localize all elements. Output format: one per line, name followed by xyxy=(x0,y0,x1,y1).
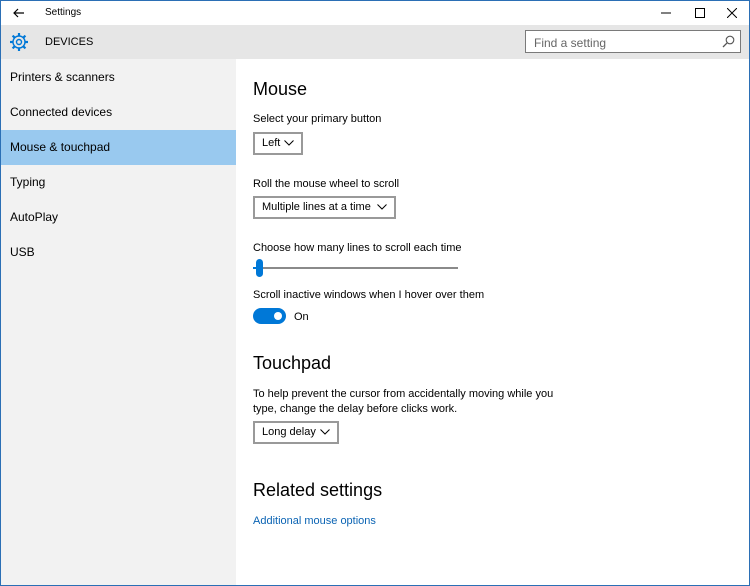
scroll-mode-label: Roll the mouse wheel to scroll xyxy=(253,178,400,190)
back-button[interactable] xyxy=(5,1,33,25)
sidebar-item-typing[interactable]: Typing xyxy=(1,165,236,200)
mouse-heading: Mouse xyxy=(253,79,308,99)
chevron-down-icon xyxy=(320,429,330,435)
scroll-mode-dropdown[interactable]: Multiple lines at a time xyxy=(253,196,396,219)
title-bar: Settings xyxy=(1,1,749,25)
scroll-mode-value: Multiple lines at a time xyxy=(262,201,371,213)
category-title: DEVICES xyxy=(45,36,94,48)
gear-icon xyxy=(10,33,28,51)
minimize-button[interactable] xyxy=(649,1,683,25)
main-content: Mouse Select your primary button Left Ro… xyxy=(236,59,749,585)
primary-button-value: Left xyxy=(262,137,281,149)
related-settings-heading: Related settings xyxy=(253,480,383,500)
close-button[interactable] xyxy=(715,1,749,25)
sidebar-item-printers-scanners[interactable]: Printers & scanners xyxy=(1,60,236,95)
search-icon[interactable] xyxy=(722,35,735,48)
sidebar-item-connected-devices[interactable]: Connected devices xyxy=(1,95,236,130)
minimize-icon xyxy=(661,12,671,14)
search-input[interactable]: Find a setting xyxy=(525,30,741,53)
close-icon xyxy=(727,8,737,18)
inactive-scroll-toggle[interactable] xyxy=(253,308,286,324)
maximize-icon xyxy=(695,8,705,18)
touchpad-delay-description-line1: To help prevent the cursor from accident… xyxy=(253,388,554,400)
back-arrow-icon xyxy=(13,8,24,18)
chevron-down-icon xyxy=(377,204,387,210)
touchpad-delay-dropdown[interactable]: Long delay xyxy=(253,421,339,444)
lines-slider-thumb[interactable] xyxy=(256,259,264,277)
touchpad-delay-description-line2: type, change the delay before clicks wor… xyxy=(253,403,458,415)
inactive-scroll-state: On xyxy=(294,311,309,323)
maximize-button[interactable] xyxy=(683,1,717,25)
search-placeholder: Find a setting xyxy=(534,36,607,50)
lines-slider-track[interactable] xyxy=(253,267,458,269)
lines-slider-label: Choose how many lines to scroll each tim… xyxy=(253,242,462,254)
primary-button-label: Select your primary button xyxy=(253,113,382,125)
additional-mouse-options-link[interactable]: Additional mouse options xyxy=(253,515,376,527)
sidebar-item-autoplay[interactable]: AutoPlay xyxy=(1,200,236,235)
sidebar-item-mouse-touchpad[interactable]: Mouse & touchpad xyxy=(1,130,236,165)
touchpad-heading: Touchpad xyxy=(253,353,332,373)
chevron-down-icon xyxy=(284,140,294,146)
primary-button-dropdown[interactable]: Left xyxy=(253,132,303,155)
settings-header: DEVICES Find a setting xyxy=(1,25,749,59)
sidebar-item-usb[interactable]: USB xyxy=(1,235,236,270)
sidebar: Printers & scanners Connected devices Mo… xyxy=(1,59,236,585)
inactive-scroll-label: Scroll inactive windows when I hover ove… xyxy=(253,289,485,301)
window-title: Settings xyxy=(45,7,82,18)
settings-window: Settings DEVICES Find a setting Printers… xyxy=(0,0,750,586)
touchpad-delay-value: Long delay xyxy=(262,426,316,438)
toggle-knob xyxy=(274,312,282,320)
